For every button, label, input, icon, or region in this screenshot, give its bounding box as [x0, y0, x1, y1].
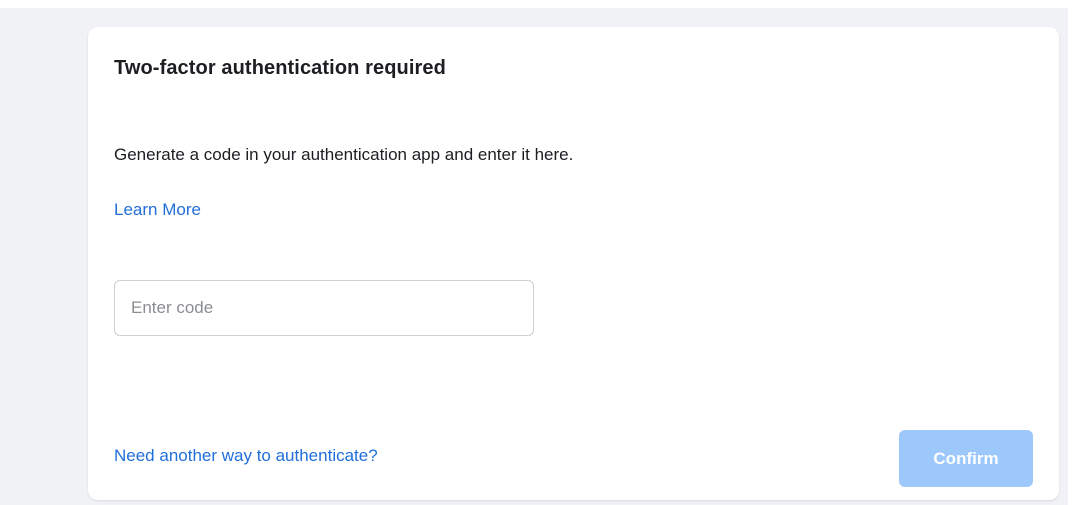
- confirm-button[interactable]: Confirm: [899, 430, 1033, 487]
- dialog-title: Two-factor authentication required: [114, 57, 446, 79]
- learn-more-link[interactable]: Learn More: [114, 200, 201, 220]
- two-factor-dialog: Two-factor authentication required Gener…: [88, 27, 1059, 500]
- dialog-description: Generate a code in your authentication a…: [114, 145, 574, 164]
- alternate-auth-link[interactable]: Need another way to authenticate?: [114, 446, 378, 466]
- code-input[interactable]: [114, 280, 534, 336]
